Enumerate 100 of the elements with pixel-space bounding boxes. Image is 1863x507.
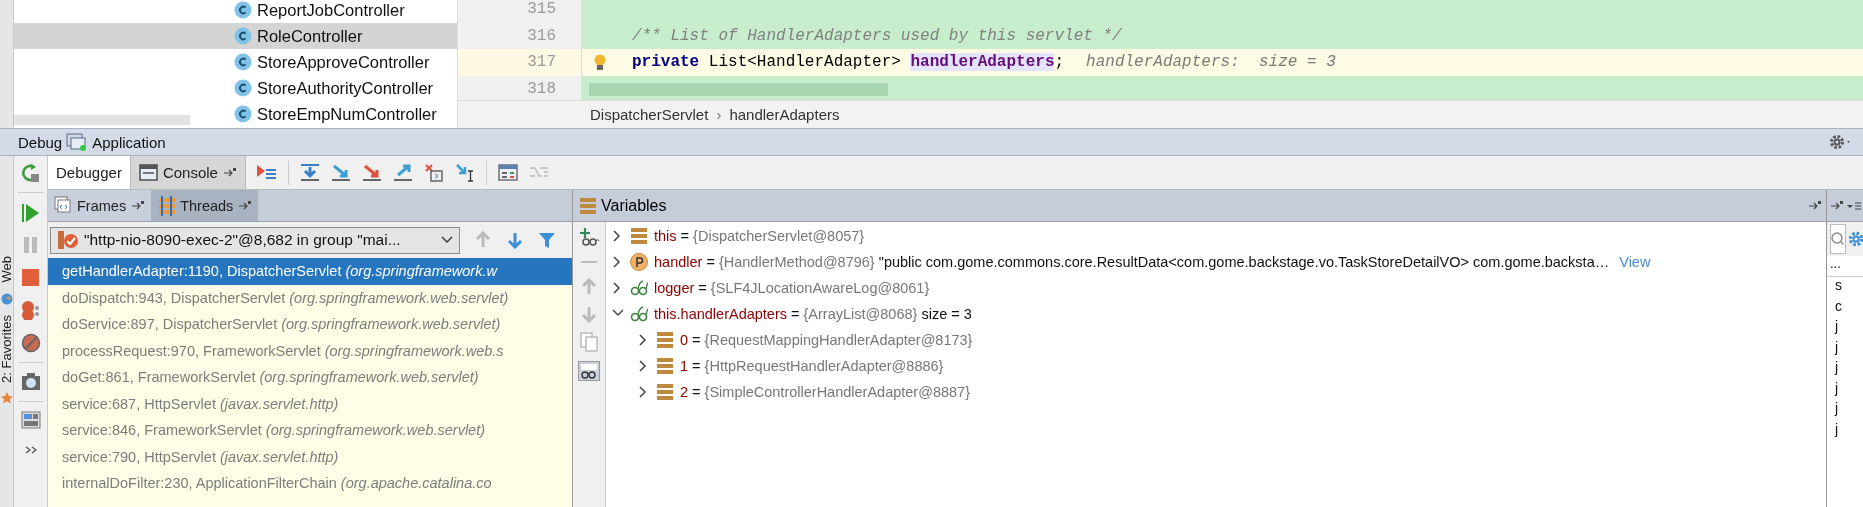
stack-frame[interactable]: service:790, HttpServlet (javax.servlet.http) [48,443,572,470]
watch-icon[interactable] [578,361,600,381]
search-icon [1831,232,1845,246]
code-keyword: private [632,53,700,72]
pin-icon [131,199,146,212]
breadcrumb[interactable]: handlerAdapters [729,106,840,123]
window-icon [66,132,89,152]
search-field[interactable] [1830,224,1846,254]
variable-value: handler = {HandlerMethod@8796} "public com.gome.commons.core.ResultData<com.gome.backstage.vo.TaskStoreDetailVO> com.gome.backsta… [654,254,1610,270]
line-number: 318 [527,79,556,98]
list-icon [656,383,674,401]
step-into-icon[interactable] [330,162,351,183]
glasses-icon [630,279,648,297]
filter-icon[interactable] [538,231,556,249]
scrollbar-thumb[interactable] [589,83,888,96]
settings-icon[interactable] [1828,133,1851,151]
stack-frame[interactable]: doService:897, DispatcherServlet (org.springframework.web.servlet) [48,311,572,338]
lightbulb-icon[interactable] [592,53,608,72]
view-link[interactable]: View [1619,254,1651,270]
globe-icon[interactable] [0,292,13,305]
stack-frame[interactable]: processRequest:970, FrameworkServlet (org.springframework.web.s [48,337,572,364]
tab[interactable]: Debugger [48,156,131,189]
layout-icon[interactable] [20,411,41,431]
list-item: j [1835,379,1839,396]
variable-value: logger = {SLF4JLocationAwareLog@8061} [654,280,930,296]
variable-value: this = {DispatcherServlet@8057} [654,228,865,244]
tree-item[interactable]: ReportJobController [14,0,457,23]
panel-title: Debug [18,133,63,151]
breadcrumb-separator: › [716,106,722,123]
frames-icon [54,195,72,216]
rerun-icon[interactable] [20,163,41,183]
variable-value: this.handlerAdapters = {ArrayList@8068} size = 3 [654,306,972,322]
pin-icon [222,166,237,179]
drop-frame-icon[interactable] [423,162,444,183]
star-icon[interactable] [0,392,13,405]
tree-item[interactable]: RoleController [14,23,457,49]
list-item: j [1835,338,1839,355]
add-watch-icon[interactable] [578,227,600,246]
step-into-icon[interactable] [361,162,382,183]
stack-frame[interactable]: service:846, FrameworkServlet (org.springframework.web.servlet) [48,417,572,444]
tree-item[interactable]: StoreApproveController [14,49,457,75]
stack-frame[interactable]: getHandlerAdapter:1190, DispatcherServlet (org.springframework.w [48,258,572,285]
settings-icon[interactable] [1848,231,1863,247]
code-field: handlerAdapters [910,53,1055,72]
pin-icon[interactable] [1830,199,1844,212]
class-icon [234,79,252,97]
variable-value: 1 = {HttpRequestHandlerAdapter@8886} [680,358,944,374]
stack-frame[interactable]: service:687, HttpServlet (javax.servlet.http) [48,390,572,417]
variable-value: 0 = {RequestMappingHandlerAdapter@8173} [680,332,973,348]
list-icon [579,196,597,215]
line-number: 315 [527,0,556,19]
step-out-icon[interactable] [392,162,413,183]
tool-window-tab[interactable]: 2: Favorites [0,314,13,383]
list-item: s [1835,277,1842,293]
breadcrumb[interactable]: DispatcherServlet [590,106,709,123]
inline-hint: handlerAdapters: size = 3 [1086,53,1336,72]
menu-icon[interactable] [1846,199,1861,212]
thread-icon [57,230,78,250]
class-icon [234,27,252,45]
run-configuration[interactable]: Application [92,133,166,151]
tab[interactable]: Console [130,156,246,189]
tool-window-tab[interactable]: Web [0,256,13,283]
glasses-icon [630,305,648,323]
class-icon [234,53,252,71]
mute-breakpoints-icon[interactable] [20,333,41,353]
list-item: j [1835,420,1839,437]
stack-frame[interactable]: doGet:861, FrameworkServlet (org.springframework.web.servlet) [48,364,572,391]
evaluate-icon[interactable] [497,162,518,183]
list-item: j [1835,359,1839,375]
scrollbar-thumb[interactable] [14,115,190,125]
line-number: 317 [527,53,556,72]
column-header: ... [1830,256,1841,271]
stack-frame[interactable]: doDispatch:943, DispatcherServlet (org.springframework.web.servlet) [48,284,572,311]
camera-icon[interactable] [20,372,41,392]
code-text: List<HandlerAdapter> [707,53,902,72]
code-text: ; [1054,53,1065,72]
stop-icon[interactable] [21,268,40,287]
tab[interactable]: Threads [151,190,259,221]
tree-item[interactable]: StoreAuthorityController [14,75,457,101]
panel-title: Variables [601,196,667,215]
stack-frame[interactable]: internalDoFilter:230, ApplicationFilterChain (org.apache.catalina.co [48,470,572,497]
run-to-cursor-icon[interactable] [454,162,475,183]
variable-value: 2 = {SimpleControllerHandlerAdapter@8887} [680,384,970,400]
pin-icon [238,199,253,212]
step-over-icon[interactable] [299,162,320,183]
list-item: c [1835,297,1842,314]
pin-icon[interactable] [1808,199,1822,212]
class-icon [234,1,252,19]
arrow-down-icon[interactable] [506,231,524,249]
parameter-icon [630,253,648,271]
list-icon [656,357,674,375]
tree-item[interactable]: StoreEmpNumController [14,101,457,127]
list-item: j [1835,318,1839,334]
list-item: j [1835,400,1839,416]
console-icon [138,164,158,181]
list-icon [656,331,674,349]
code-comment: /** List of HandlerAdapters used by this servlet */ [632,26,1122,45]
thread-dropdown[interactable]: "http-nio-8090-exec-2"@8,682 in group "mai... [50,226,460,254]
breakpoints-icon[interactable] [20,300,41,320]
resume-icon[interactable] [20,202,41,222]
